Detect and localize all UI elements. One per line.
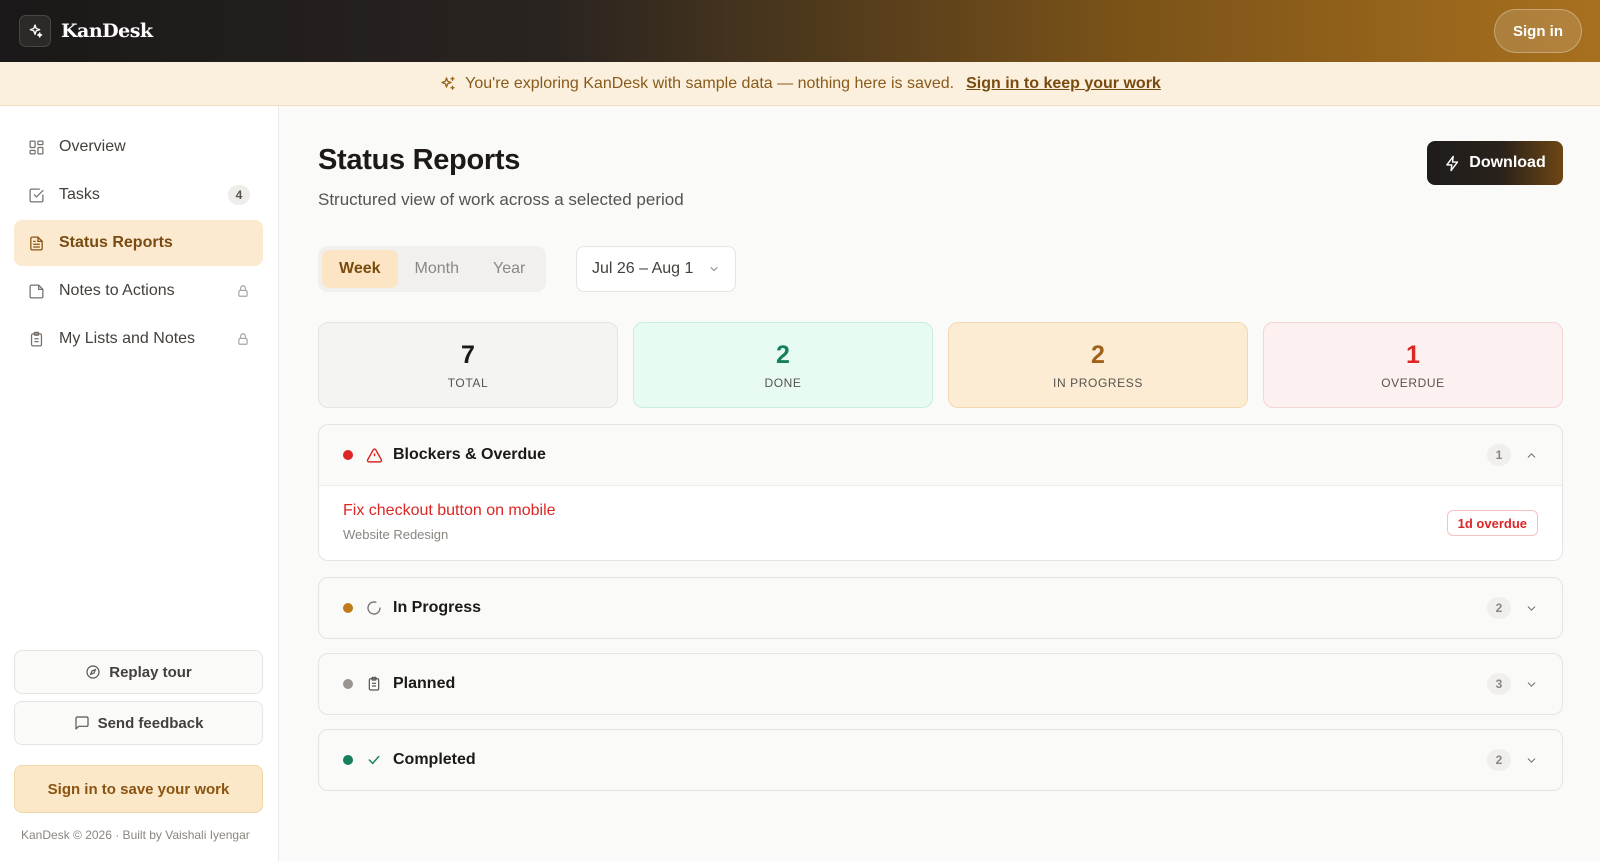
tasks-count-badge: 4 [228,185,250,205]
sparkles-icon [439,75,457,93]
lightning-icon [1444,155,1461,172]
sidebar-item-label: Tasks [59,186,100,203]
sidebar-item-notes-to-actions[interactable]: Notes to Actions [14,268,263,314]
section-title: In Progress [393,599,482,616]
section-count: 3 [1487,673,1511,695]
lock-icon [236,332,250,346]
chevron-down-icon[interactable] [1525,678,1538,691]
stat-value: 2 [776,340,790,369]
sparkle-logo-icon [19,15,51,47]
stat-value: 1 [1406,340,1420,369]
send-feedback-button[interactable]: Send feedback [14,701,263,745]
message-icon [74,715,90,731]
section-count: 1 [1487,444,1511,466]
chevron-down-icon [708,263,720,275]
section-header[interactable]: Blockers & Overdue 1 [319,425,1562,485]
section-blockers-overdue: Blockers & Overdue 1 Fix checkout button… [318,424,1563,561]
sidebar-item-status-reports[interactable]: Status Reports [14,220,263,266]
stat-card-done: 2 DONE [633,322,933,408]
sample-data-banner: You're exploring KanDesk with sample dat… [0,62,1600,106]
chevron-up-icon[interactable] [1525,449,1538,462]
footer-credit: KanDesk © 2026 · Built by Vaishali Iyeng… [21,828,250,842]
clipboard-icon [365,675,383,693]
lock-icon [236,284,250,298]
tab-week[interactable]: Week [322,250,398,288]
status-dot [343,603,353,613]
sidebar-nav: Overview Tasks 4 Status Reports Notes to… [14,124,263,364]
stat-card-in-progress: 2 IN PROGRESS [948,322,1248,408]
chevron-down-icon[interactable] [1525,602,1538,615]
main-content: Status Reports Structured view of work a… [280,106,1600,861]
banner-text: You're exploring KanDesk with sample dat… [465,74,955,92]
spinner-icon [365,599,383,617]
section-count: 2 [1487,597,1511,619]
section-header[interactable]: In Progress 2 [319,578,1562,638]
section-header[interactable]: Completed 2 [319,730,1562,790]
send-feedback-label: Send feedback [97,714,204,732]
compass-icon [85,664,101,680]
stat-value: 7 [461,340,475,369]
sidebar-item-label: My Lists and Notes [59,330,196,347]
stat-card-total: 7 TOTAL [318,322,618,408]
sidebar-item-label: Status Reports [59,234,173,251]
section-in-progress: In Progress 2 [318,577,1563,639]
period-segmented-control: Week Month Year [318,246,547,292]
status-dot [343,755,353,765]
sidebar-item-overview[interactable]: Overview [14,124,263,170]
stat-label: DONE [764,375,802,390]
page-title: Status Reports [318,144,521,176]
sidebar-item-label: Overview [59,138,126,155]
stat-label: IN PROGRESS [1053,375,1143,390]
date-range-select[interactable]: Jul 26 – Aug 1 [576,246,736,292]
section-header[interactable]: Planned 3 [319,654,1562,714]
sign-in-keep-work-link[interactable]: Sign in to keep your work [966,75,1161,93]
stat-label: OVERDUE [1381,375,1445,390]
page-subtitle: Structured view of work across a selecte… [318,190,684,209]
checkbox-icon [27,186,45,204]
sidebar-item-label: Notes to Actions [59,282,175,299]
status-dot [343,679,353,689]
check-icon [365,751,383,769]
sidebar: Overview Tasks 4 Status Reports Notes to… [0,106,279,861]
tab-month[interactable]: Month [398,250,476,288]
replay-tour-button[interactable]: Replay tour [14,650,263,694]
task-title[interactable]: Fix checkout button on mobile [343,502,1538,520]
status-dot [343,450,353,460]
note-icon [27,282,45,300]
section-completed: Completed 2 [318,729,1563,791]
document-icon [27,234,45,252]
tab-year[interactable]: Year [476,250,542,288]
sign-in-save-work-button[interactable]: Sign in to save your work [14,765,263,813]
download-button[interactable]: Download [1427,141,1563,185]
section-title: Planned [393,675,456,692]
brand-name: KanDesk [61,20,153,42]
section-planned: Planned 3 [318,653,1563,715]
stat-label: TOTAL [447,375,489,390]
replay-tour-label: Replay tour [109,663,192,681]
warning-icon [365,446,383,464]
sidebar-item-my-lists-and-notes[interactable]: My Lists and Notes [14,316,263,362]
stat-value: 2 [1091,340,1105,369]
task-item: Fix checkout button on mobile Website Re… [319,485,1562,560]
chevron-down-icon[interactable] [1525,754,1538,767]
section-title: Blockers & Overdue [393,446,546,463]
top-bar: KanDesk Sign in [0,0,1600,62]
sidebar-item-tasks[interactable]: Tasks 4 [14,172,263,218]
section-count: 2 [1487,749,1511,771]
sign-in-button[interactable]: Sign in [1494,9,1582,53]
grid-icon [27,138,45,156]
section-title: Completed [393,751,476,768]
overdue-badge: 1d overdue [1446,510,1538,536]
download-label: Download [1469,154,1546,171]
stat-card-overdue: 1 OVERDUE [1263,322,1563,408]
date-range-value: Jul 26 – Aug 1 [592,260,694,277]
brand[interactable]: KanDesk [19,15,153,47]
clipboard-icon [27,330,45,348]
task-project: Website Redesign [343,527,449,542]
